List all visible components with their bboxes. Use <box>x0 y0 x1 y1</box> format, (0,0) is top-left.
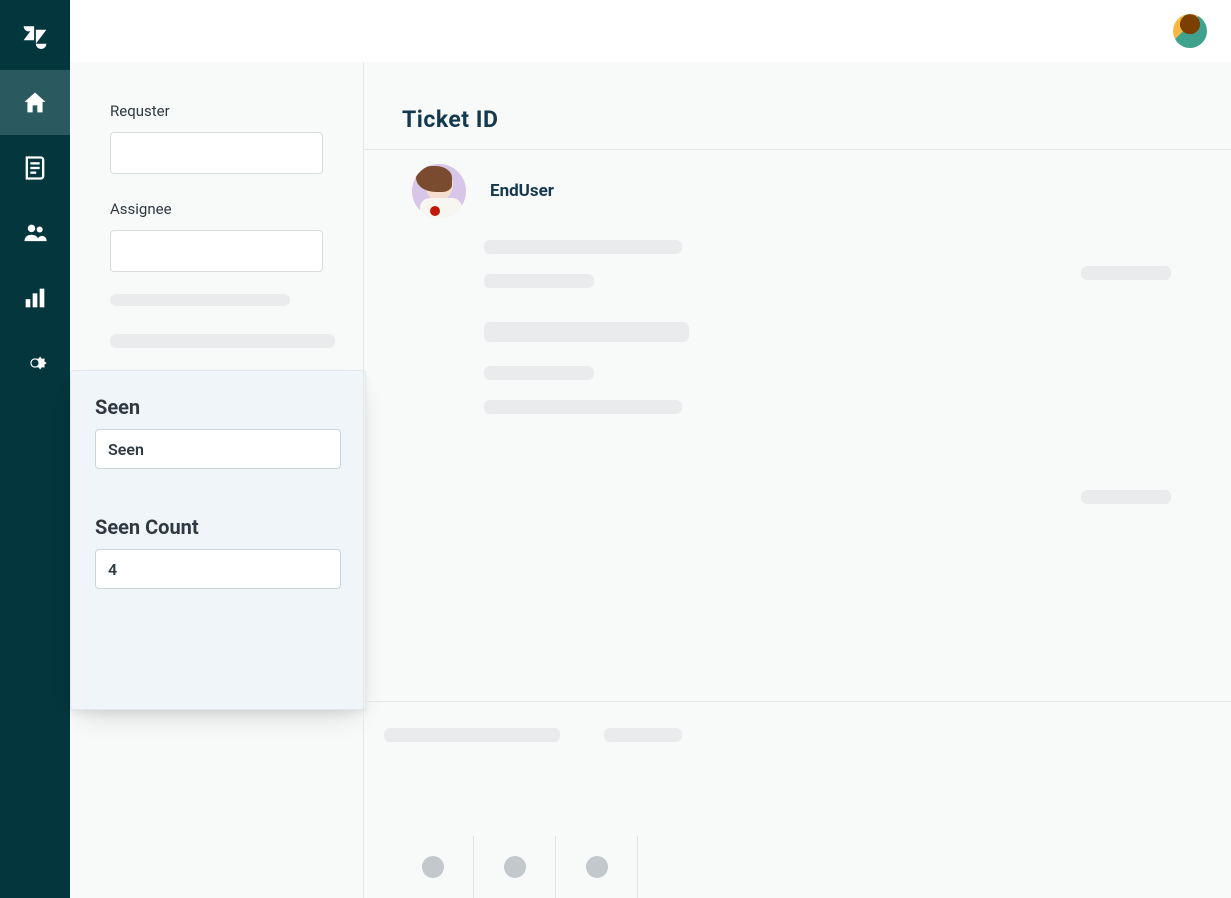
home-icon <box>21 89 49 117</box>
ticket-main: Ticket ID EndUser <box>364 62 1231 898</box>
seen-value-field[interactable]: Seen <box>95 429 341 469</box>
nav-rail <box>0 0 70 898</box>
gear-icon <box>21 349 49 377</box>
placeholder-bar <box>1081 490 1171 504</box>
nav-views[interactable] <box>0 135 70 200</box>
assignee-input[interactable] <box>110 230 323 272</box>
customers-icon <box>21 219 49 247</box>
footer-divider <box>364 701 1231 702</box>
placeholder-bar <box>484 240 682 254</box>
seen-count-label: Seen Count <box>95 515 341 539</box>
seen-value: Seen <box>108 440 144 459</box>
seen-label: Seen <box>95 395 341 419</box>
placeholder-bar <box>604 728 682 742</box>
topbar <box>70 0 1231 62</box>
seen-card: Seen Seen Seen Count 4 <box>70 370 366 710</box>
placeholder-bar <box>484 400 682 414</box>
placeholder-bar <box>484 274 594 288</box>
zendesk-logo-icon <box>21 21 49 49</box>
enduser-avatar[interactable] <box>412 164 466 218</box>
message-block-1 <box>364 240 1231 288</box>
placeholder-bar <box>484 366 594 380</box>
nav-customers[interactable] <box>0 200 70 265</box>
placeholder-bar <box>484 322 689 342</box>
placeholder-bar <box>110 294 290 306</box>
nav-home[interactable] <box>0 70 70 135</box>
content-area: Requster Assignee Seen Seen Seen Count 4… <box>70 62 1231 898</box>
tab-dot-icon <box>504 856 526 878</box>
bottom-tab[interactable] <box>392 836 474 898</box>
tab-dot-icon <box>422 856 444 878</box>
placeholder-bar <box>384 728 560 742</box>
bottom-tab[interactable] <box>556 836 638 898</box>
agent-avatar[interactable] <box>1173 14 1207 48</box>
enduser-name: EndUser <box>490 181 554 201</box>
bar-chart-icon <box>21 284 49 312</box>
tab-dot-icon <box>586 856 608 878</box>
requester-label: Requster <box>110 102 323 120</box>
ticket-left-panel: Requster Assignee Seen Seen Seen Count 4 <box>70 62 363 898</box>
requester-group: Requster <box>70 62 363 174</box>
seen-count-field[interactable]: 4 <box>95 549 341 589</box>
nav-reports[interactable] <box>0 265 70 330</box>
assignee-group: Assignee <box>70 174 363 272</box>
seen-count-value: 4 <box>108 560 117 579</box>
message-block-2 <box>364 322 1231 414</box>
enduser-row: EndUser <box>364 150 1231 218</box>
placeholder-bar <box>1081 266 1171 280</box>
bottom-tab-strip <box>364 836 1231 898</box>
ticket-title: Ticket ID <box>364 62 1231 149</box>
zendesk-logo <box>0 0 70 70</box>
requester-input[interactable] <box>110 132 323 174</box>
bottom-tab[interactable] <box>474 836 556 898</box>
placeholder-bar <box>110 334 335 348</box>
footer-placeholders <box>384 728 682 742</box>
assignee-label: Assignee <box>110 200 323 218</box>
nav-admin[interactable] <box>0 330 70 395</box>
views-icon <box>21 154 49 182</box>
